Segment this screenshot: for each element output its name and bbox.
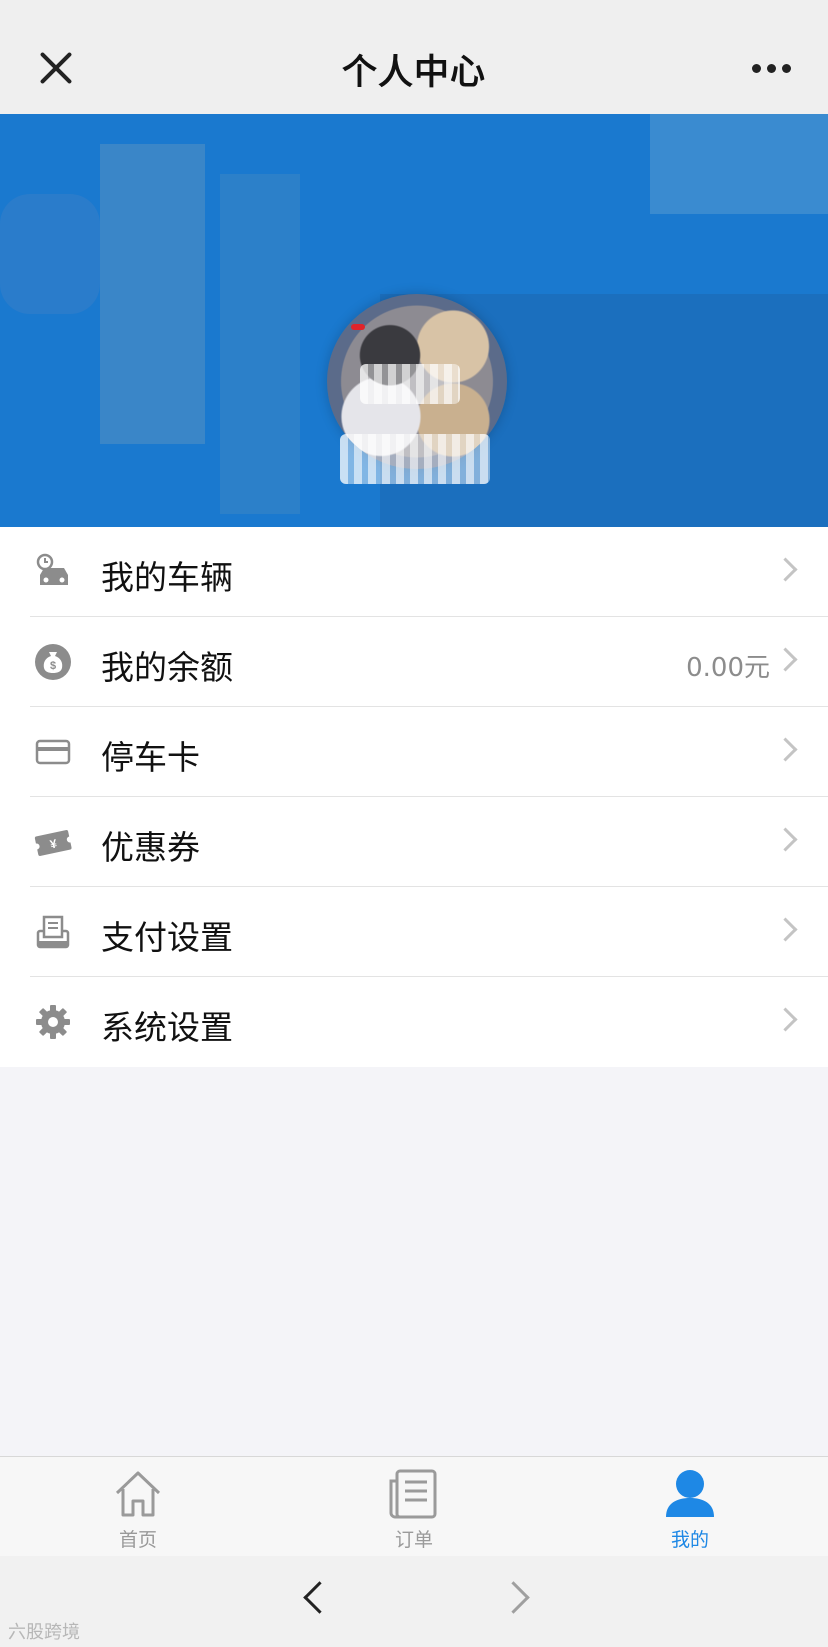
menu-item-label: 优惠券 [101,828,200,867]
title-bar: 个人中心 [0,0,828,114]
menu-item-label: 我的车辆 [101,558,233,597]
menu-item-my-balance[interactable]: $ 我的余额 0.00元 [0,617,828,707]
tab-mine[interactable]: 我的 [630,1457,750,1557]
menu-item-label: 停车卡 [101,738,200,777]
gear-icon [36,1005,70,1039]
tab-orders[interactable]: 订单 [354,1457,474,1557]
chevron-right-icon [773,1007,798,1032]
browser-nav-bar: 六股跨境 [0,1556,828,1647]
tab-home[interactable]: 首页 [78,1457,198,1557]
menu-list: 我的车辆 $ 我的余额 0.00元 停车卡 ¥ 优惠券 支付设置 系统设置 [0,527,828,1067]
tab-bar: 首页 订单 我的 [0,1456,828,1557]
chevron-right-icon [773,737,798,762]
menu-item-coupon[interactable]: ¥ 优惠券 [0,797,828,887]
order-icon [389,1469,437,1519]
phone-blurred [340,434,490,484]
user-icon [666,1470,714,1517]
tab-label: 首页 [118,1529,157,1551]
balance-value: 0.00元 [686,653,770,683]
home-icon [115,1471,161,1517]
coupon-icon: ¥ [34,830,72,856]
forward-icon[interactable] [496,1576,536,1620]
chevron-right-icon [773,827,798,852]
menu-item-payment-settings[interactable]: 支付设置 [0,887,828,977]
menu-item-my-vehicle[interactable]: 我的车辆 [0,527,828,617]
menu-item-label: 系统设置 [101,1008,233,1047]
chevron-right-icon [773,647,798,672]
menu-item-system-settings[interactable]: 系统设置 [0,977,828,1067]
payment-settings-icon [36,915,70,949]
menu-item-parking-card[interactable]: 停车卡 [0,707,828,797]
car-icon [36,553,68,585]
username-blurred [360,364,460,404]
profile-banner [0,114,828,527]
money-bag-icon: $ [35,644,71,680]
menu-item-label: 我的余额 [101,648,233,687]
page-title: 个人中心 [341,53,486,93]
chevron-right-icon [773,557,798,582]
svg-text:$: $ [50,660,56,672]
back-icon[interactable] [294,1576,336,1620]
more-icon[interactable] [752,64,792,74]
card-icon [35,739,71,765]
tab-label: 我的 [670,1529,709,1551]
watermark: 六股跨境 [8,1622,80,1643]
menu-item-label: 支付设置 [101,918,233,957]
tab-label: 订单 [394,1529,433,1551]
chevron-right-icon [773,917,798,942]
